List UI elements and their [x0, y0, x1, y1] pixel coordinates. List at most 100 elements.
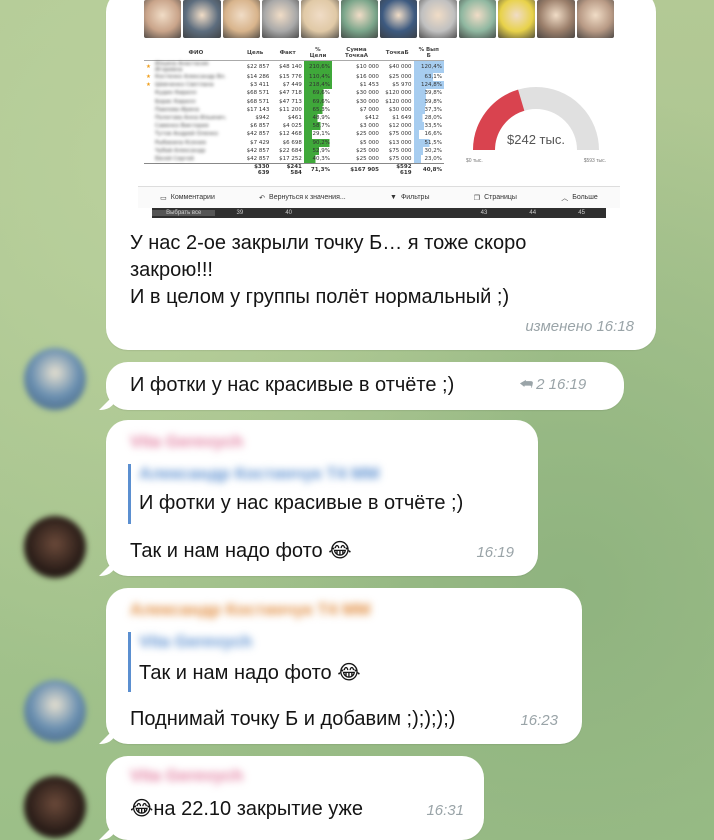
- table-cell: $6 857: [250, 123, 270, 130]
- cell-goal-percent: 218,4%: [303, 81, 332, 90]
- gauge-chart: $242 тыс. $0 тыс. $593 тыс.: [466, 87, 606, 164]
- scroller-item[interactable]: 40: [264, 210, 313, 216]
- cell-name: Пологова Анна Ильинич.: [154, 115, 227, 122]
- message-bubble[interactable]: И фотки у нас красивые в отчёте ;) ⮪ 2 1…: [106, 362, 624, 410]
- page-scroller[interactable]: Выбрать все 39 40 43 44 45: [152, 208, 606, 218]
- table-row: Кудин Кирилл $68 571 $47 718 69,6% $30 000 $1…: [144, 89, 444, 98]
- scroller-item[interactable]: 39: [215, 210, 264, 216]
- star-icon: [144, 139, 153, 147]
- quote-text: И фотки у нас красивые в отчёте ;): [139, 492, 464, 514]
- cell-goal-percent: 65,3%: [303, 105, 332, 114]
- avatar[interactable]: [24, 680, 86, 742]
- table-cell: $25 000: [356, 131, 379, 138]
- table-cell: $6 698: [282, 139, 302, 146]
- table-row: ★ Шевченко Светлана $3 411 $7 449 218,4% $1 4…: [144, 81, 444, 90]
- cell-goal-percent: 52,9%: [303, 146, 332, 155]
- table-row: Чубай Александр $42 857 $22 684 52,9% $25 00…: [144, 146, 444, 155]
- toolbar-back[interactable]: ↶ Вернуться к значения...: [259, 194, 346, 202]
- cell-b-percent: 39,8%: [413, 89, 444, 98]
- message-text: Поднимай точку Б и добавим ;);););): [130, 708, 456, 730]
- quote-text: Так и нам надо фото 😂: [139, 662, 361, 684]
- message-text: У нас 2-ое закрыли точку Б… я тоже скоро…: [130, 232, 527, 308]
- table-row: Борис Кирилл $68 571 $47 713 69,6% $30 000 $1…: [144, 97, 444, 106]
- cell-goal-percent: 69,6%: [303, 97, 332, 106]
- column-header: Факт: [271, 46, 304, 61]
- cell-b-percent: 28,0%: [413, 113, 444, 123]
- total-cell: $241 584: [271, 162, 304, 176]
- star-icon: [144, 106, 153, 114]
- toolbar-pages[interactable]: ❐ Страницы: [474, 194, 517, 202]
- toolbar-more[interactable]: ︿ Больше: [561, 193, 598, 203]
- toolbar-comments[interactable]: ▭ Комментарии: [160, 194, 215, 202]
- total-cell: $167 905: [331, 162, 381, 176]
- table-cell: $11 200: [279, 106, 302, 113]
- table-cell: $5 970: [392, 82, 412, 89]
- replies-counter[interactable]: ⮪ 2 16:19: [518, 376, 586, 393]
- star-icon: ★: [146, 74, 151, 81]
- team-photo: [340, 0, 378, 38]
- star-icon: [144, 114, 153, 122]
- toolbar-filters[interactable]: ▼ Фильтры: [390, 194, 429, 201]
- table-cell: $25 000: [356, 147, 379, 154]
- table-cell: $30 000: [388, 106, 412, 113]
- cell-goal-percent: 29,1%: [303, 130, 332, 139]
- table-cell: $12 000: [388, 123, 412, 130]
- table-cell: $22 857: [246, 64, 270, 70]
- quoted-message[interactable]: Vita Gerevych Так и нам надо фото 😂: [128, 632, 428, 692]
- report-image[interactable]: ФИО Цель Факт% Цели Сумма ТочкаА ТочкаБ% Вып…: [138, 0, 620, 218]
- sender-name[interactable]: Vita Gerevych: [130, 766, 243, 786]
- table-cell: $412: [364, 115, 379, 122]
- table-row: Пологова Анна Ильинич. $942 $461 48,9% $412 $…: [144, 113, 444, 123]
- total-cell: [144, 162, 153, 176]
- cell-goal-percent: 58,7%: [303, 122, 332, 131]
- table-cell: $461: [287, 115, 302, 122]
- message-bubble[interactable]: Vita Gerevych Александр Костинчук Т4 ММ …: [106, 420, 538, 576]
- column-header: % Цели: [303, 46, 332, 61]
- star-icon: [144, 122, 153, 130]
- table-cell: $942: [255, 115, 270, 122]
- table-cell: $22 684: [279, 147, 302, 154]
- team-photo: [183, 0, 221, 38]
- total-cell: $330 639: [238, 162, 272, 176]
- avatar[interactable]: [24, 776, 86, 838]
- table-cell: $12 468: [279, 131, 302, 138]
- reply-arrow-icon: ⮪: [518, 376, 532, 393]
- scroller-item[interactable]: Выбрать все: [152, 210, 216, 216]
- cell-name: Ильина Анастасия Игоревна: [154, 61, 209, 73]
- table-cell: $30 000: [356, 98, 379, 105]
- sender-name[interactable]: Александр Костинчук Т4 ММ: [130, 600, 370, 620]
- scroller-item[interactable]: 45: [557, 210, 606, 216]
- team-photo: [497, 0, 536, 38]
- message-bubble-report[interactable]: ФИО Цель Факт% Цели Сумма ТочкаА ТочкаБ% Вып…: [106, 0, 656, 350]
- message-bubble[interactable]: Александр Костинчук Т4 ММ Vita Gerevych …: [106, 588, 582, 744]
- table-cell: $48 140: [279, 64, 302, 70]
- avatar[interactable]: [24, 348, 86, 410]
- avatar[interactable]: [24, 516, 86, 578]
- cell-goal-percent: 40,3%: [303, 154, 332, 164]
- cell-goal-percent: 48,9%: [303, 113, 332, 123]
- table-cell: $40 000: [388, 64, 412, 70]
- table-cell: $68 571: [246, 90, 270, 97]
- scroller-item[interactable]: 43: [460, 210, 509, 216]
- table-row: ★ Костенко Александр Вл. $14 286 $15 776 110…: [144, 73, 444, 82]
- table-row: ★ Ильина Анастасия Игоревна $22 857 $48 140…: [144, 60, 444, 73]
- filter-icon: ▼: [390, 194, 397, 201]
- column-header: ТочкаБ: [380, 46, 414, 61]
- cell-b-percent: 37,3%: [413, 105, 444, 114]
- message-bubble[interactable]: Vita Gerevych 😂на 22.10 закрытие уже 16:…: [106, 756, 484, 840]
- table-cell: $25 000: [388, 74, 412, 81]
- cell-b-percent: 124,8%: [413, 81, 444, 90]
- total-row: $330 639 $241 584 71,3% $167 905 $592 619 40,…: [144, 162, 444, 176]
- quoted-message[interactable]: Александр Костинчук Т4 ММ И фотки у нас …: [128, 464, 508, 524]
- photo-strip: [144, 0, 614, 40]
- scroller-item[interactable]: 44: [508, 210, 557, 216]
- star-icon: [144, 130, 153, 138]
- cell-name: Савенко Виктория: [154, 123, 209, 130]
- sender-name[interactable]: Vita Gerevych: [130, 432, 243, 452]
- total-cell: 71,3%: [303, 162, 332, 176]
- gauge-min: $0 тыс.: [466, 158, 483, 164]
- cell-name: Костенко Александр Вл.: [154, 74, 226, 81]
- cell-b-percent: 30,2%: [413, 146, 444, 155]
- total-cell: 40,8%: [413, 162, 444, 176]
- table-cell: $47 718: [279, 90, 302, 97]
